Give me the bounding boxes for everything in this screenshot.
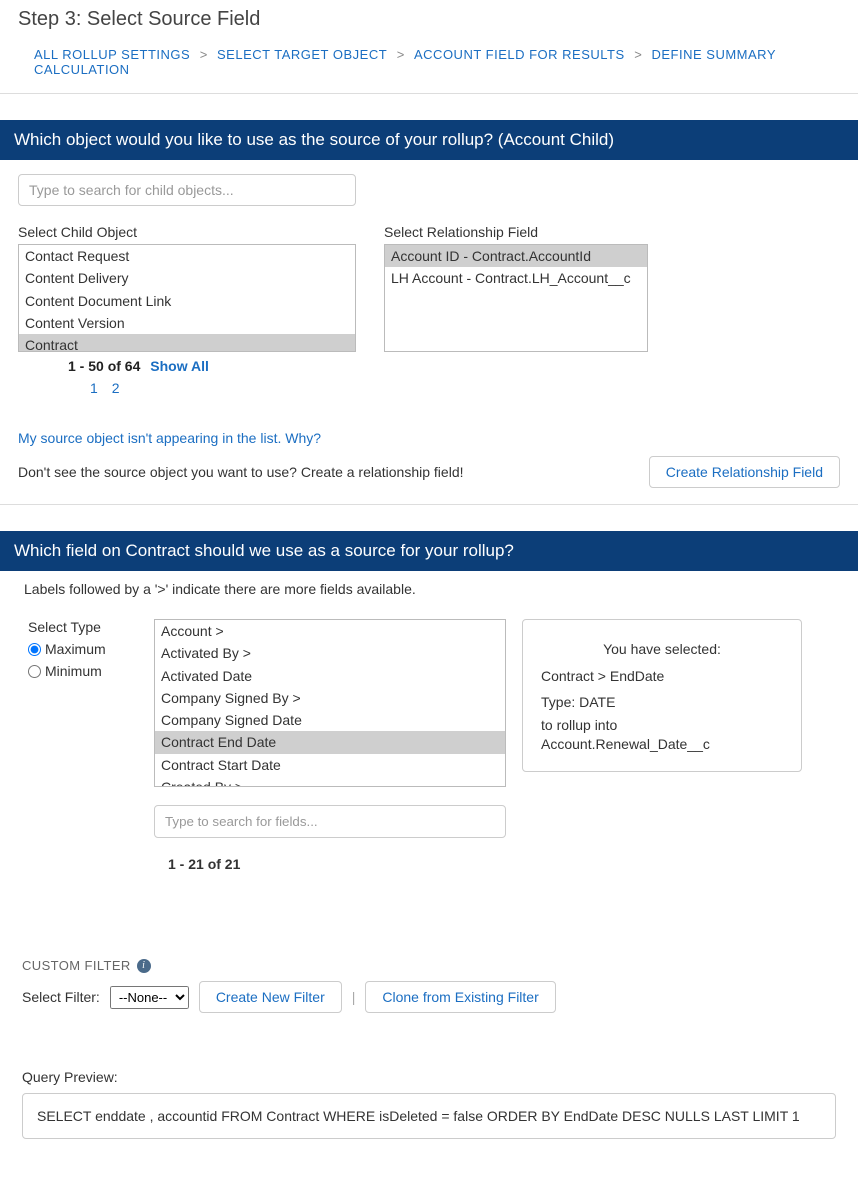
relationship-field-listbox[interactable]: Account ID - Contract.AccountId LH Accou… bbox=[384, 244, 648, 352]
info-icon[interactable]: i bbox=[137, 959, 151, 973]
query-preview-section: Query Preview: SELECT enddate , accounti… bbox=[18, 1069, 840, 1151]
field-count: 1 - 21 of 21 bbox=[168, 856, 506, 872]
select-type-label: Select Type bbox=[28, 619, 138, 635]
list-item[interactable]: Created By > bbox=[155, 776, 505, 787]
list-item[interactable]: Contact Request bbox=[19, 245, 355, 267]
page-title: Step 3: Select Source Field bbox=[0, 0, 858, 41]
page-number[interactable]: 2 bbox=[112, 380, 120, 396]
list-item[interactable]: Company Signed By > bbox=[155, 687, 505, 709]
field-search-input[interactable] bbox=[154, 805, 506, 838]
breadcrumb-item[interactable]: ACCOUNT FIELD FOR RESULTS bbox=[414, 47, 625, 62]
show-all-link[interactable]: Show All bbox=[150, 358, 209, 374]
summary-target: Account.Renewal_Date__c bbox=[541, 735, 783, 755]
list-item[interactable]: Activated Date bbox=[155, 665, 505, 687]
list-item[interactable]: Contract bbox=[19, 334, 355, 352]
create-new-filter-button[interactable]: Create New Filter bbox=[199, 981, 342, 1013]
page-number[interactable]: 1 bbox=[90, 380, 98, 396]
list-item[interactable]: Contract Start Date bbox=[155, 754, 505, 776]
custom-filter-title: CUSTOM FILTER bbox=[22, 958, 131, 973]
relationship-field-label: Select Relationship Field bbox=[384, 224, 648, 240]
list-item[interactable]: Account > bbox=[155, 620, 505, 642]
radio-label: Maximum bbox=[45, 641, 106, 657]
hint-text: Labels followed by a '>' indicate there … bbox=[0, 571, 858, 597]
summary-title: You have selected: bbox=[541, 636, 783, 663]
list-item[interactable]: Activated By > bbox=[155, 642, 505, 664]
summary-rollup: to rollup into bbox=[541, 716, 783, 736]
query-preview-box: SELECT enddate , accountid FROM Contract… bbox=[22, 1093, 836, 1139]
list-item[interactable]: Content Document Link bbox=[19, 290, 355, 312]
query-preview-label: Query Preview: bbox=[22, 1069, 836, 1085]
section-header: Which object would you like to use as th… bbox=[0, 120, 858, 160]
custom-filter-section: CUSTOM FILTER i Select Filter: --None-- … bbox=[18, 957, 840, 1013]
breadcrumb-item[interactable]: ALL ROLLUP SETTINGS bbox=[34, 47, 190, 62]
pager: 1 - 50 of 64 Show All 1 2 bbox=[68, 358, 356, 396]
select-filter-label: Select Filter: bbox=[22, 989, 100, 1005]
source-field-section: Which field on Contract should we use as… bbox=[0, 531, 858, 1165]
field-listbox[interactable]: Account > Activated By > Activated Date … bbox=[154, 619, 506, 787]
clone-filter-button[interactable]: Clone from Existing Filter bbox=[365, 981, 555, 1013]
child-object-search-input[interactable] bbox=[18, 174, 356, 206]
section-header: Which field on Contract should we use as… bbox=[0, 531, 858, 571]
breadcrumb-item[interactable]: SELECT TARGET OBJECT bbox=[217, 47, 387, 62]
radio-label: Minimum bbox=[45, 663, 102, 679]
pager-counts: 1 - 50 of 64 bbox=[68, 358, 140, 374]
radio-minimum[interactable] bbox=[28, 665, 41, 678]
chevron-right-icon: > bbox=[397, 47, 405, 62]
selection-summary: You have selected: Contract > EndDate Ty… bbox=[522, 619, 802, 772]
list-item[interactable]: Company Signed Date bbox=[155, 709, 505, 731]
source-object-section: Which object would you like to use as th… bbox=[0, 120, 858, 502]
separator: | bbox=[352, 989, 356, 1005]
list-item[interactable]: Content Delivery bbox=[19, 267, 355, 289]
list-item[interactable]: Account ID - Contract.AccountId bbox=[385, 245, 647, 267]
help-link[interactable]: My source object isn't appearing in the … bbox=[18, 430, 321, 446]
child-object-listbox[interactable]: Contact Request Content Delivery Content… bbox=[18, 244, 356, 352]
filter-select[interactable]: --None-- bbox=[110, 986, 189, 1009]
list-item[interactable]: Content Version bbox=[19, 312, 355, 334]
list-item[interactable]: LH Account - Contract.LH_Account__c bbox=[385, 267, 647, 289]
help-text: Don't see the source object you want to … bbox=[18, 464, 464, 480]
breadcrumb: ALL ROLLUP SETTINGS > SELECT TARGET OBJE… bbox=[0, 41, 858, 91]
radio-maximum[interactable] bbox=[28, 643, 41, 656]
create-relationship-field-button[interactable]: Create Relationship Field bbox=[649, 456, 840, 488]
summary-path: Contract > EndDate bbox=[541, 663, 783, 690]
chevron-right-icon: > bbox=[200, 47, 208, 62]
chevron-right-icon: > bbox=[634, 47, 642, 62]
list-item[interactable]: Contract End Date bbox=[155, 731, 505, 753]
child-object-label: Select Child Object bbox=[18, 224, 356, 240]
summary-type: Type: DATE bbox=[541, 689, 783, 716]
